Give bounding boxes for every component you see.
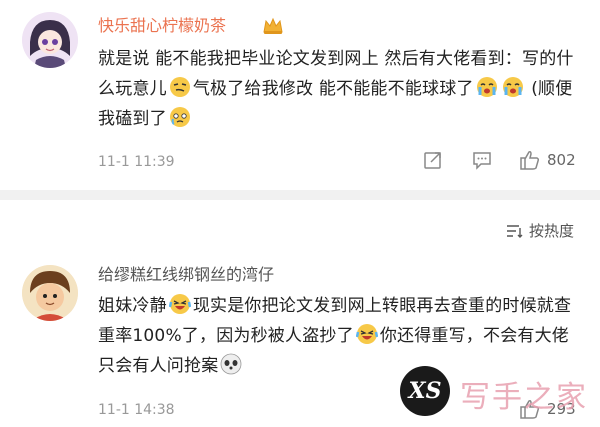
watermark-logo: XS <box>400 366 450 416</box>
avatar[interactable] <box>22 12 78 68</box>
crying-emoji-icon <box>476 76 498 98</box>
like-count: 802 <box>547 151 576 169</box>
sort-by-heat-button[interactable]: 按热度 <box>505 220 574 241</box>
reply-button[interactable] <box>472 150 492 170</box>
laughing-crying-emoji-icon <box>355 323 378 345</box>
comment-timestamp: 11-1 11:39 <box>98 154 175 170</box>
comment-text: 就是说 能不能我把毕业论文发到网上 然后有大佬看到：写的什么玩意儿 气极了给我修改… <box>98 49 574 129</box>
crying-emoji-icon <box>502 76 524 98</box>
watermark: XS 写手之家 <box>400 362 595 420</box>
tearful-emoji-icon <box>169 106 191 128</box>
sort-bar: 按热度 <box>0 200 600 255</box>
avatar[interactable] <box>22 265 78 321</box>
watermark-text: 写手之家 <box>460 380 588 415</box>
crown-badge-icon <box>262 16 284 36</box>
section-divider <box>0 190 600 200</box>
thumbs-up-icon <box>520 151 540 170</box>
smug-emoji-icon <box>169 76 191 98</box>
panda-emoji-icon <box>220 353 242 375</box>
sort-label: 按热度 <box>529 222 575 240</box>
sort-icon <box>507 224 523 238</box>
like-button[interactable]: 802 <box>519 149 576 171</box>
laughing-crying-emoji-icon <box>168 293 191 315</box>
share-button[interactable] <box>423 150 443 170</box>
share-icon <box>424 152 441 169</box>
comment-timestamp: 11-1 14:38 <box>98 402 175 418</box>
comment-card-1: 快乐甜心柠檬奶茶 就是说 能不能我把毕业论文发到网上 然后有大佬看到：写的什么玩… <box>0 0 600 190</box>
comment-icon <box>473 152 491 170</box>
username[interactable]: 给缪糕红线绑钢丝的湾仔 <box>98 265 274 285</box>
username[interactable]: 快乐甜心柠檬奶茶 <box>98 16 226 36</box>
